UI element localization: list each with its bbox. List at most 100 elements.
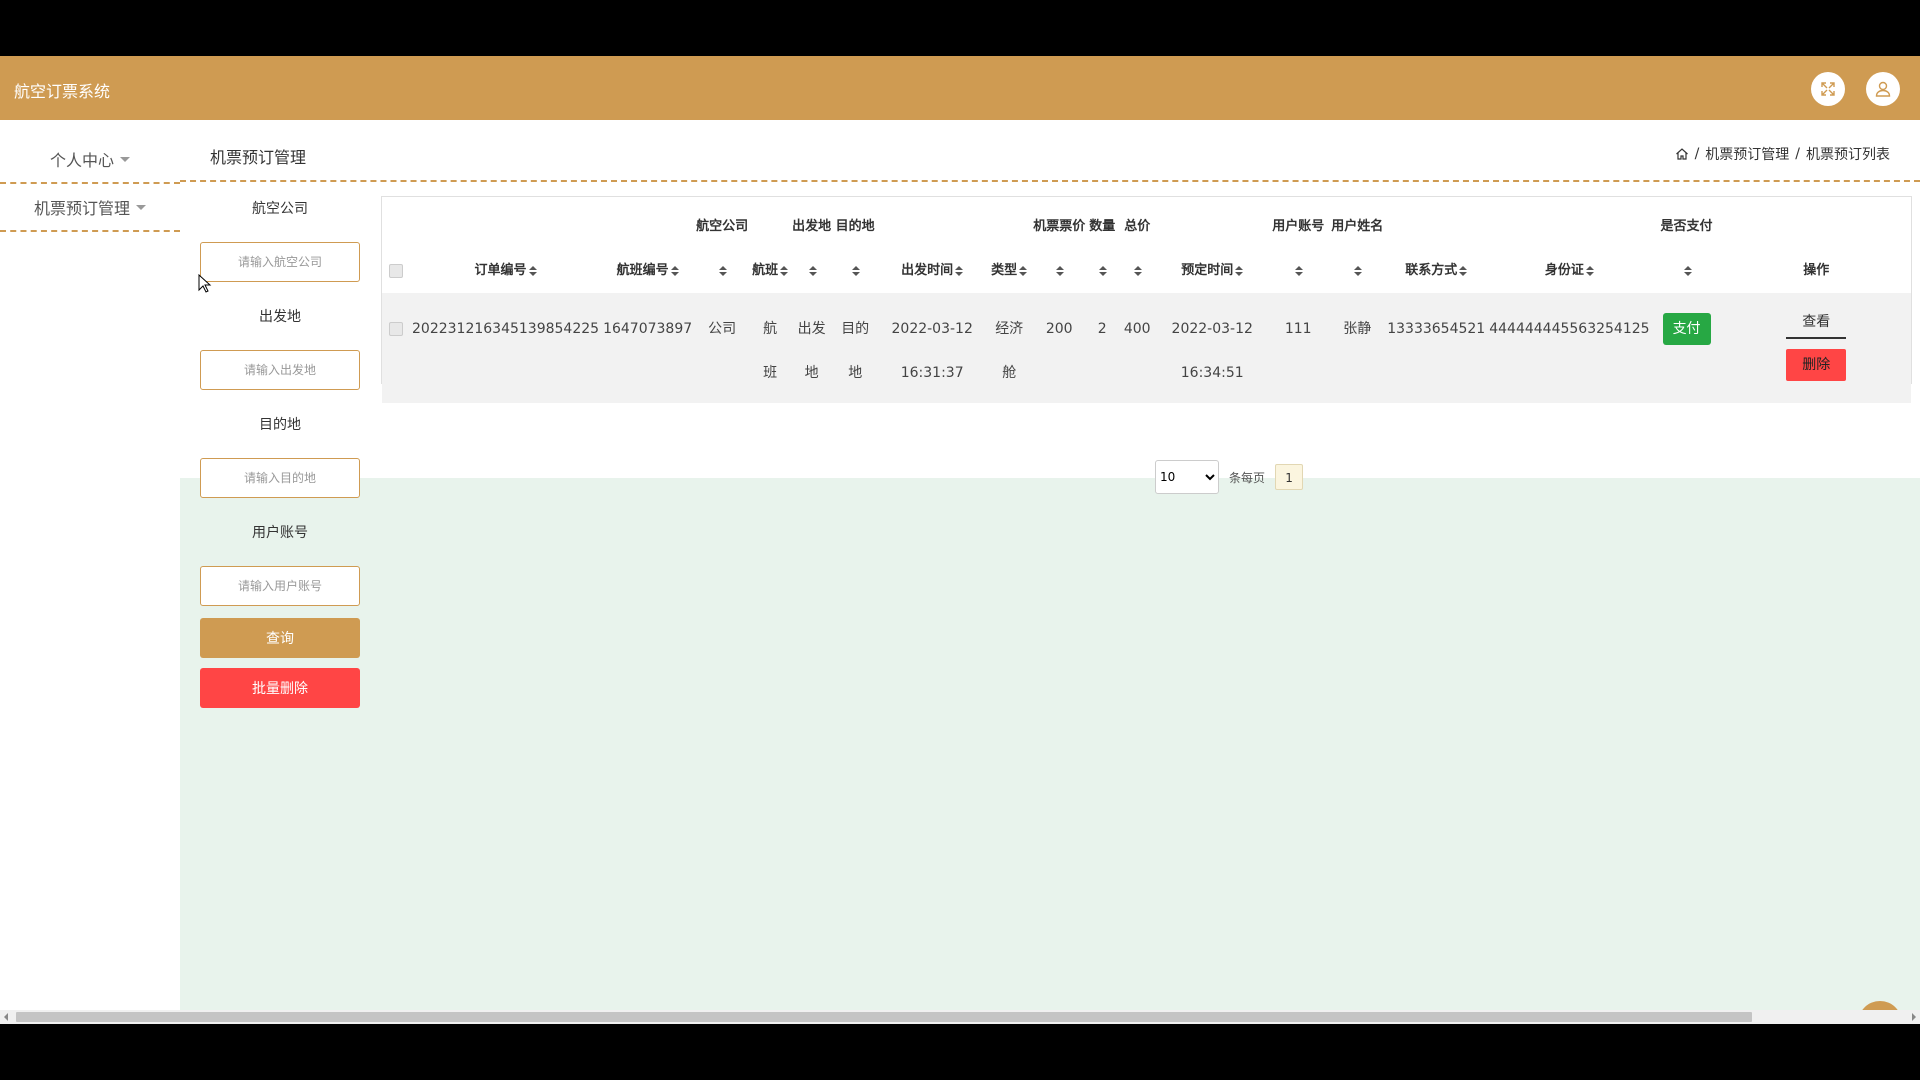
- scrollbar-thumb[interactable]: [16, 1012, 1752, 1022]
- header-flight[interactable]: 航班: [750, 197, 790, 293]
- cell-book-time: 2022-03-12 16:34:51: [1171, 321, 1253, 381]
- table-header-row: 订单编号 航班编号 航空公司 航班 出发地 目的地 出发时间 类型 机票票价 数…: [382, 197, 1911, 293]
- cell-actions: 查看 删除: [1722, 293, 1911, 403]
- origin-input[interactable]: [200, 350, 360, 390]
- select-all-header: [382, 197, 410, 293]
- fullscreen-button[interactable]: [1811, 72, 1845, 106]
- home-icon[interactable]: [1675, 147, 1689, 161]
- cell-total: 400: [1123, 321, 1151, 337]
- cell-type: 经济舱: [995, 321, 1024, 381]
- header-total[interactable]: 总价: [1117, 197, 1157, 293]
- user-button[interactable]: [1866, 72, 1900, 106]
- sort-icon: [955, 265, 964, 276]
- cell-flight-no: 1647073897: [603, 321, 693, 337]
- cell-username: 张静: [1343, 321, 1372, 337]
- filter-panel: 航空公司 出发地 目的地 用户账号 查询 批量删除: [200, 192, 360, 708]
- mouse-cursor-icon: [198, 274, 212, 293]
- header-depart-time[interactable]: 出发时间: [877, 197, 987, 293]
- header-type[interactable]: 类型: [987, 197, 1031, 293]
- account-filter-label: 用户账号: [252, 525, 308, 541]
- sidebar-item-personal-center[interactable]: 个人中心: [0, 136, 180, 184]
- breadcrumb-separator: /: [1694, 146, 1700, 162]
- scroll-right-icon[interactable]: [1912, 1013, 1916, 1021]
- sort-icon: [1099, 265, 1108, 276]
- sort-icon: [1459, 265, 1468, 276]
- table-row: 202231216345139854225 1647073897 公司 航班 出…: [382, 293, 1911, 403]
- select-all-checkbox[interactable]: [389, 263, 403, 278]
- sort-icon: [780, 265, 789, 276]
- pagination: 10 条每页 1: [1155, 460, 1304, 494]
- header-origin[interactable]: 出发地: [790, 197, 833, 293]
- booking-table: 订单编号 航班编号 航空公司 航班 出发地 目的地 出发时间 类型 机票票价 数…: [381, 196, 1912, 403]
- app-title: 航空订票系统: [14, 82, 111, 101]
- sort-icon: [1585, 265, 1594, 276]
- caret-down-icon: [136, 204, 146, 210]
- account-input[interactable]: [200, 566, 360, 606]
- row-checkbox[interactable]: [389, 322, 403, 336]
- airline-input[interactable]: [200, 242, 360, 282]
- header-order-no[interactable]: 订单编号: [410, 197, 601, 293]
- sidebar-item-label: 机票预订管理: [33, 199, 130, 218]
- destination-input[interactable]: [200, 458, 360, 498]
- sort-icon: [1295, 265, 1304, 276]
- header-qty[interactable]: 数量: [1087, 197, 1117, 293]
- breadcrumb: / 机票预订管理 / 机票预订列表: [1675, 144, 1890, 164]
- row-select: [382, 293, 410, 403]
- airline-filter-label: 航空公司: [252, 201, 308, 217]
- divider: [180, 180, 1920, 182]
- sort-icon: [528, 265, 537, 276]
- destination-filter-label: 目的地: [259, 417, 301, 433]
- sort-icon: [852, 265, 861, 276]
- page-number-current[interactable]: 1: [1275, 464, 1304, 490]
- cell-origin: 出发地: [797, 321, 826, 381]
- header-book-time[interactable]: 预定时间: [1157, 197, 1267, 293]
- per-page-label: 条每页: [1229, 470, 1266, 485]
- sort-icon: [1056, 265, 1065, 276]
- sort-icon: [1235, 265, 1244, 276]
- header-id-card[interactable]: 身份证: [1487, 197, 1651, 293]
- cell-order-no: 202231216345139854225: [412, 321, 600, 337]
- header-destination[interactable]: 目的地: [833, 197, 877, 293]
- sort-icon: [1354, 265, 1363, 276]
- header-flight-no[interactable]: 航班编号: [601, 197, 694, 293]
- header-airline[interactable]: 航空公司: [694, 197, 750, 293]
- cell-price: 200: [1045, 321, 1073, 337]
- breadcrumb-item-current: 机票预订列表: [1806, 147, 1890, 163]
- origin-filter-label: 出发地: [259, 309, 301, 325]
- top-bar: 航空订票系统: [0, 56, 1920, 120]
- browser-viewport: 航空订票系统 个人中心 机票预订管理 机票预订管理 / 机票预订管理 / 机票预…: [0, 56, 1920, 1024]
- header-actions: 操作: [1803, 263, 1830, 278]
- horizontal-scrollbar[interactable]: [0, 1010, 1920, 1024]
- delete-button[interactable]: 删除: [1786, 349, 1847, 381]
- pay-button[interactable]: 支付: [1662, 313, 1711, 345]
- sidebar-item-booking-management[interactable]: 机票预订管理: [0, 184, 180, 232]
- sort-icon: [1019, 265, 1028, 276]
- search-button[interactable]: 查询: [200, 618, 360, 658]
- page-title: 机票预订管理: [210, 148, 307, 167]
- batch-delete-button[interactable]: 批量删除: [200, 668, 360, 708]
- cell-account: 111: [1284, 321, 1312, 337]
- caret-down-icon: [120, 156, 130, 162]
- sort-icon: [670, 265, 679, 276]
- header-contact[interactable]: 联系方式: [1385, 197, 1487, 293]
- header-paid[interactable]: 是否支付: [1652, 197, 1722, 293]
- sort-icon: [808, 265, 817, 276]
- scroll-left-icon[interactable]: [4, 1013, 8, 1021]
- cell-depart-time: 2022-03-12 16:31:37: [891, 321, 973, 381]
- sort-icon: [1683, 265, 1692, 276]
- sort-icon: [719, 265, 728, 276]
- view-button[interactable]: 查看: [1786, 305, 1847, 339]
- cell-contact: 13333654521: [1387, 321, 1486, 337]
- header-price[interactable]: 机票票价: [1031, 197, 1087, 293]
- page-size-select[interactable]: 10: [1155, 460, 1219, 494]
- header-username[interactable]: 用户姓名: [1329, 197, 1385, 293]
- sidebar: 个人中心 机票预订管理: [0, 120, 180, 1024]
- user-icon: [1875, 81, 1891, 97]
- breadcrumb-item[interactable]: 机票预订管理: [1705, 144, 1789, 164]
- sidebar-item-label: 个人中心: [49, 151, 114, 170]
- cell-qty: 2: [1097, 321, 1107, 337]
- header-account[interactable]: 用户账号: [1267, 197, 1329, 293]
- sort-icon: [1134, 265, 1143, 276]
- content-panel: 机票预订管理 / 机票预订管理 / 机票预订列表 航空公司 出发地: [180, 120, 1920, 708]
- cell-id-card: 444444445563254125: [1489, 321, 1650, 337]
